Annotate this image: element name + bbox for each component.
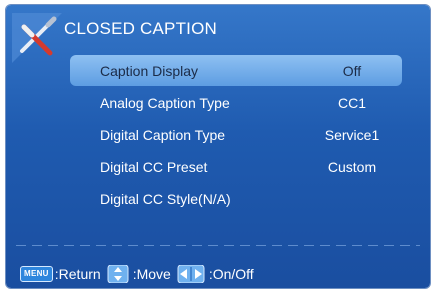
up-down-arrows-icon [107, 265, 129, 283]
menu-item-value: Off [342, 62, 362, 79]
menu-item-digital-cc-style[interactable]: Digital CC Style(N/A) [70, 183, 402, 214]
tools-icon [12, 13, 62, 63]
menu-item-label: Digital CC Style(N/A) [100, 190, 231, 207]
closed-caption-panel: CLOSED CAPTION Caption Display Off Analo… [6, 5, 430, 288]
menu-item-caption-display[interactable]: Caption Display Off [70, 55, 402, 86]
menu-item-analog-caption-type[interactable]: Analog Caption Type CC1 [70, 87, 402, 118]
menu-item-label: Analog Caption Type [100, 94, 230, 111]
menu-item-value: Custom [327, 158, 377, 175]
menu-item-digital-cc-preset[interactable]: Digital CC Preset Custom [70, 151, 402, 182]
menu-item-digital-caption-type[interactable]: Digital Caption Type Service1 [70, 119, 402, 150]
onoff-hint: :On/Off [208, 266, 254, 282]
menu-item-label: Digital Caption Type [100, 126, 226, 143]
key-hint-bar: MENU :Return :Move :On/Off [20, 264, 260, 284]
menu-item-label: Digital CC Preset [100, 158, 208, 175]
menu-item-value: CC1 [337, 94, 366, 111]
return-hint: :Return [54, 266, 101, 282]
menu-item-label: Caption Display [100, 62, 199, 79]
move-hint: :Move [132, 266, 171, 282]
menu-item-value: Service1 [324, 126, 380, 143]
left-right-arrows-icon [177, 265, 205, 283]
footer-divider [16, 245, 420, 246]
page-title: CLOSED CAPTION [64, 19, 217, 38]
menu-key-icon: MENU [20, 266, 53, 282]
